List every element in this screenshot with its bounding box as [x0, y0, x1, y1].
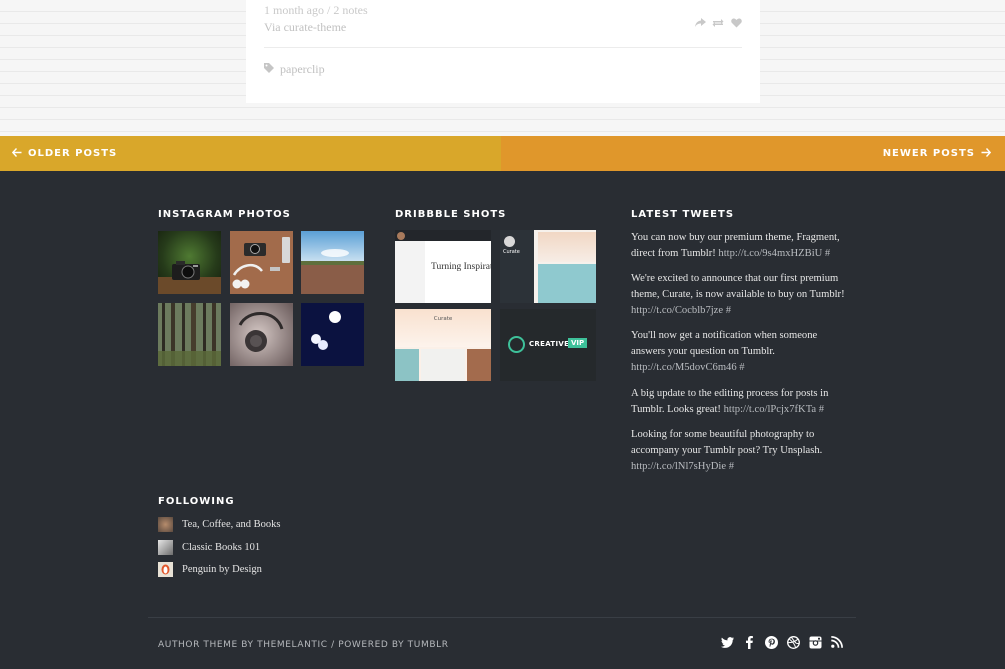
post-divider [264, 47, 742, 48]
tweet-item: Looking for some beautiful photography t… [631, 427, 846, 475]
dribbble-title: DRIBBBLE SHOTS [395, 209, 507, 220]
tweet-item: You'll now get a notification when someo… [631, 328, 846, 376]
reblog-icon[interactable] [712, 17, 724, 29]
shot-tile-2 [421, 349, 465, 381]
avatar [158, 517, 173, 532]
shot-title: Curate [433, 316, 453, 322]
instagram-photo-headphones[interactable] [230, 303, 293, 366]
shot-tile-1 [395, 349, 419, 381]
dribbble-shot-turning-inspiration[interactable]: Turning Inspiration into Skill [395, 230, 491, 303]
newer-posts-label: NEWER POSTS [882, 148, 975, 159]
like-icon[interactable] [730, 17, 742, 29]
social-links [720, 635, 844, 649]
tweet-item: We're excited to announce that our first… [631, 271, 846, 319]
shot-nav-bar [395, 230, 491, 241]
tweet-link[interactable]: http://t.co/9s4mxHZBiU # [718, 248, 830, 259]
avatar [158, 562, 173, 577]
rss-icon[interactable] [830, 635, 844, 649]
twitter-icon[interactable] [720, 635, 734, 649]
instagram-title: INSTAGRAM PHOTOS [158, 209, 291, 220]
dribbble-shot-creative-vip[interactable]: CREATIVE VIP [500, 309, 596, 381]
shot-avatar [504, 236, 515, 247]
shot-tile-3 [467, 349, 491, 381]
tweet-text: You'll now get a notification when someo… [631, 330, 818, 357]
avatar [158, 540, 173, 555]
following-item[interactable]: Tea, Coffee, and Books [158, 517, 281, 532]
post-via[interactable]: Via curate-theme [264, 20, 346, 35]
shot-avatar [397, 232, 405, 240]
tweet-item: A big update to the editing process for … [631, 386, 846, 418]
creative-label: CREATIVE [529, 340, 570, 348]
share-icon[interactable] [694, 17, 706, 29]
footer: INSTAGRAM PHOTOS DRIBBBLE SHOTS Turning … [0, 171, 1005, 669]
tweets-title: LATEST TWEETS [631, 209, 735, 220]
tag-icon [264, 62, 274, 77]
shot-header [395, 309, 491, 347]
instagram-photo-field[interactable] [301, 231, 364, 294]
shot-title: Curate [503, 249, 520, 255]
tweet-link[interactable]: http://t.co/lNl7sHyDie # [631, 461, 734, 472]
footer-divider [148, 617, 856, 618]
facebook-icon[interactable] [742, 635, 756, 649]
shot-image-bottom [538, 264, 596, 303]
dribbble-shot-curate-grid[interactable]: Curate [395, 309, 491, 381]
older-posts-button[interactable]: OLDER POSTS [0, 136, 501, 171]
post-meta[interactable]: 1 month ago / 2 notes [264, 3, 368, 18]
tweet-link[interactable]: http://t.co/lPcjx7fKTa # [724, 404, 824, 415]
shot-sidebar [395, 241, 425, 303]
tag-label: paperclip [280, 62, 325, 76]
following-label: Classic Books 101 [182, 542, 261, 553]
following-item[interactable]: Penguin by Design [158, 562, 262, 577]
shot-image-top [538, 232, 596, 262]
newer-posts-button[interactable]: NEWER POSTS [501, 136, 1005, 171]
arrow-right-icon [981, 147, 992, 160]
instagram-photo-desk[interactable] [230, 231, 293, 294]
instagram-photo-camera[interactable] [158, 231, 221, 294]
creative-logo-icon [508, 336, 525, 353]
pagination: OLDER POSTS NEWER POSTS [0, 136, 1005, 171]
dribbble-shot-curate-profile[interactable]: Curate [500, 230, 596, 303]
instagram-photo-bokeh[interactable] [301, 303, 364, 366]
arrow-left-icon [11, 147, 22, 160]
shot-heading: Turning Inspiration into Skill [431, 262, 491, 272]
post-tag[interactable]: paperclip [264, 62, 325, 77]
following-label: Tea, Coffee, and Books [182, 519, 281, 530]
instagram-photo-forest[interactable] [158, 303, 221, 366]
tweet-item: You can now buy our premium theme, Fragm… [631, 230, 846, 262]
older-posts-label: OLDER POSTS [28, 148, 118, 159]
footer-credit[interactable]: AUTHOR THEME BY THEMELANTIC / POWERED BY… [158, 640, 449, 650]
pinterest-icon[interactable] [764, 635, 778, 649]
following-title: FOLLOWING [158, 496, 235, 507]
post-actions [694, 17, 742, 29]
tweet-text: We're excited to announce that our first… [631, 273, 845, 300]
following-label: Penguin by Design [182, 564, 262, 575]
vip-badge: VIP [568, 338, 588, 348]
post-card: 1 month ago / 2 notes Via curate-theme p… [246, 0, 760, 103]
tweet-text: Looking for some beautiful photography t… [631, 429, 823, 456]
instagram-icon[interactable] [808, 635, 822, 649]
dribbble-icon[interactable] [786, 635, 800, 649]
following-item[interactable]: Classic Books 101 [158, 540, 260, 555]
tweet-link[interactable]: http://t.co/Cocblb7jze # [631, 305, 731, 316]
post-area: 1 month ago / 2 notes Via curate-theme p… [0, 0, 1005, 136]
tweet-link[interactable]: http://t.co/M5dovC6m46 # [631, 362, 745, 373]
